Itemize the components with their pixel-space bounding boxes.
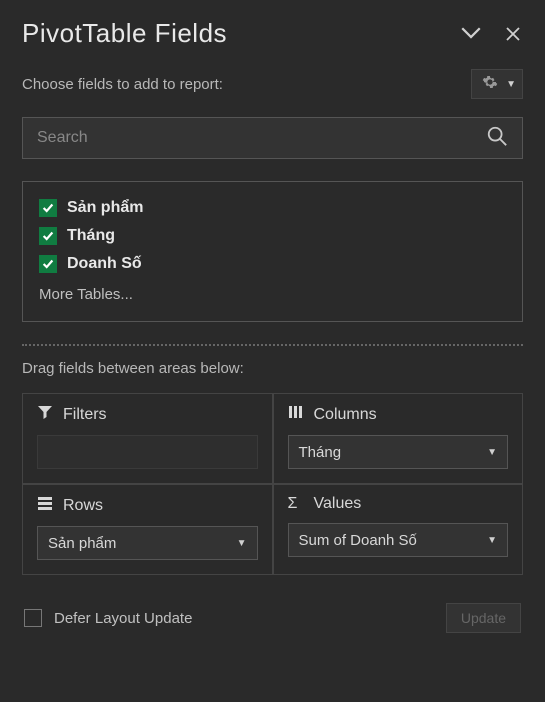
field-label: Doanh Số <box>67 255 142 273</box>
filters-heading-label: Filters <box>63 406 107 424</box>
field-list: Sản phẩm Tháng Doanh Số More Tables... <box>22 181 523 322</box>
update-button[interactable]: Update <box>446 603 521 633</box>
rows-icon <box>37 495 53 516</box>
columns-header: Columns <box>288 404 509 425</box>
layout-areas: Filters Columns Tháng ▼ Rows Sản phẩm ▼ <box>22 393 523 575</box>
checkbox-checked-icon[interactable] <box>39 199 57 217</box>
defer-layout-checkbox[interactable]: Defer Layout Update <box>24 609 192 627</box>
choose-fields-row: Choose fields to add to report: ▼ <box>22 69 523 99</box>
rows-header: Rows <box>37 495 258 516</box>
dropdown-caret-icon: ▼ <box>487 447 497 458</box>
panel-footer: Defer Layout Update Update <box>22 603 523 633</box>
divider <box>22 344 523 346</box>
close-icon[interactable] <box>503 24 523 44</box>
defer-layout-label: Defer Layout Update <box>54 610 192 627</box>
checkbox-unchecked-icon[interactable] <box>24 609 42 627</box>
search-bar[interactable] <box>22 117 523 159</box>
dropdown-caret-icon: ▼ <box>506 79 516 90</box>
checkbox-checked-icon[interactable] <box>39 255 57 273</box>
panel-header: PivotTable Fields <box>22 18 523 49</box>
dropdown-caret-icon: ▼ <box>487 535 497 546</box>
filters-drop-slot[interactable] <box>37 435 258 469</box>
columns-area[interactable]: Columns Tháng ▼ <box>273 394 523 484</box>
collapse-icon[interactable] <box>461 24 481 44</box>
pivottable-fields-panel: PivotTable Fields Choose fields to add t… <box>0 0 545 651</box>
columns-heading-label: Columns <box>314 406 377 424</box>
rows-drop-slot[interactable]: Sản phẩm ▼ <box>37 526 258 560</box>
filters-area[interactable]: Filters <box>23 394 273 484</box>
field-item-thang[interactable]: Tháng <box>39 222 506 250</box>
columns-icon <box>288 404 304 425</box>
field-item-san-pham[interactable]: Sản phẩm <box>39 194 506 222</box>
columns-item-label: Tháng <box>299 444 342 461</box>
checkbox-checked-icon[interactable] <box>39 227 57 245</box>
sigma-icon: Σ <box>288 496 304 512</box>
rows-heading-label: Rows <box>63 497 103 515</box>
values-header: Σ Values <box>288 495 509 513</box>
drag-areas-label: Drag fields between areas below: <box>22 360 523 377</box>
field-label: Sản phẩm <box>67 199 143 217</box>
rows-item-label: Sản phẩm <box>48 535 116 552</box>
choose-fields-label: Choose fields to add to report: <box>22 76 223 93</box>
values-item-label: Sum of Doanh Số <box>299 532 417 549</box>
more-tables-link[interactable]: More Tables... <box>39 278 506 307</box>
panel-title: PivotTable Fields <box>22 18 227 49</box>
field-label: Tháng <box>67 227 115 245</box>
gear-icon <box>482 74 498 94</box>
filters-header: Filters <box>37 404 258 425</box>
dropdown-caret-icon: ▼ <box>237 538 247 549</box>
filter-icon <box>37 404 53 425</box>
field-item-doanh-so[interactable]: Doanh Số <box>39 250 506 278</box>
header-icons <box>461 24 523 44</box>
rows-area[interactable]: Rows Sản phẩm ▼ <box>23 484 273 574</box>
columns-drop-slot[interactable]: Tháng ▼ <box>288 435 509 469</box>
settings-button[interactable]: ▼ <box>471 69 523 99</box>
values-heading-label: Values <box>314 495 362 513</box>
values-drop-slot[interactable]: Sum of Doanh Số ▼ <box>288 523 509 557</box>
search-input[interactable] <box>37 129 486 147</box>
search-icon <box>486 125 508 152</box>
values-area[interactable]: Σ Values Sum of Doanh Số ▼ <box>273 484 523 574</box>
